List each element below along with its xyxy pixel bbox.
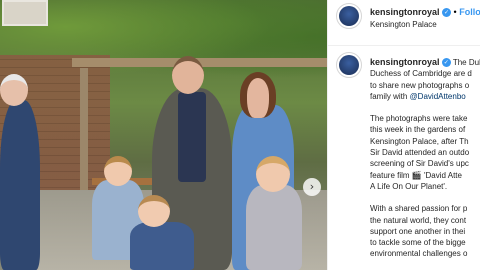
- caption-paragraph-2: The photographs were take this week in t…: [370, 113, 480, 192]
- person-william-head: [172, 56, 204, 94]
- caption-line: to tackle some of the bigge: [370, 238, 466, 248]
- kensington-royal-avatar-image: [339, 6, 359, 26]
- username-link[interactable]: kensingtonroyal: [370, 7, 440, 17]
- person-william-shirt: [178, 92, 206, 182]
- caption-line: family with @DavidAttenbo: [370, 91, 480, 102]
- caption-text: The Duk: [452, 58, 480, 67]
- verified-badge-icon: ✓: [442, 8, 452, 18]
- person-catherine-head: [240, 72, 276, 118]
- post-panel: kensingtonroyal ✓ • Follow Kensington Pa…: [327, 0, 480, 270]
- person-david-body: [0, 100, 40, 270]
- post-photo[interactable]: ›: [0, 0, 327, 270]
- caption-line: feature film 🎬 'David Atte: [370, 170, 462, 180]
- caption-paragraph-1: kensingtonroyal ✓ The Duk Duchess of Cam…: [370, 57, 480, 102]
- caption-text: family with: [370, 91, 410, 101]
- caption-line: screening of Sir David's upc: [370, 159, 469, 169]
- post-caption: kensingtonroyal ✓ The Duk Duchess of Cam…: [370, 57, 480, 270]
- location-link[interactable]: Kensington Palace: [370, 20, 437, 29]
- caption-paragraph-3: With a shared passion for p the natural …: [370, 203, 480, 259]
- caption-line: The photographs were take: [370, 114, 468, 124]
- verified-badge-icon: ✓: [441, 58, 451, 68]
- caption-line: A Life On Our Planet'.: [370, 181, 448, 191]
- caption-line: support one another in thei: [370, 226, 466, 236]
- person-david-head: [0, 74, 28, 106]
- person-george-head: [104, 156, 132, 186]
- follow-separator: •: [453, 7, 457, 17]
- caption-line: Kensington Palace, after Th: [370, 136, 469, 146]
- house-window: [2, 0, 48, 26]
- caption-username[interactable]: kensingtonroyal: [370, 57, 440, 67]
- person-charlotte-body: [246, 185, 302, 270]
- caption-line: Duchess of Cambridge are d: [370, 69, 472, 79]
- post-header: kensingtonroyal ✓ • Follow Kensington Pa…: [328, 0, 480, 46]
- caption-avatar[interactable]: [336, 52, 362, 78]
- caption-line: this week in the gardens of: [370, 125, 466, 135]
- mention-link[interactable]: @DavidAttenbo: [410, 92, 466, 101]
- caption-line: environmental challenges o: [370, 249, 468, 259]
- chevron-right-icon[interactable]: ›: [303, 178, 321, 196]
- caption-line: the natural world, they cont: [370, 215, 467, 225]
- avatar[interactable]: [336, 3, 362, 29]
- header-user-line: kensingtonroyal ✓ • Follow: [370, 7, 480, 18]
- person-charlotte-head: [256, 156, 290, 192]
- person-louis-body: [130, 222, 194, 270]
- follow-button[interactable]: Follow: [459, 7, 480, 17]
- kensington-royal-avatar-image: [339, 55, 359, 75]
- caption-line: to share new photographs o: [370, 80, 470, 90]
- caption-line: Sir David attended an outdo: [370, 148, 470, 158]
- caption-line: kensingtonroyal ✓ The Duk: [370, 57, 480, 68]
- person-louis-head: [138, 195, 170, 227]
- caption-line: With a shared passion for p: [370, 204, 468, 214]
